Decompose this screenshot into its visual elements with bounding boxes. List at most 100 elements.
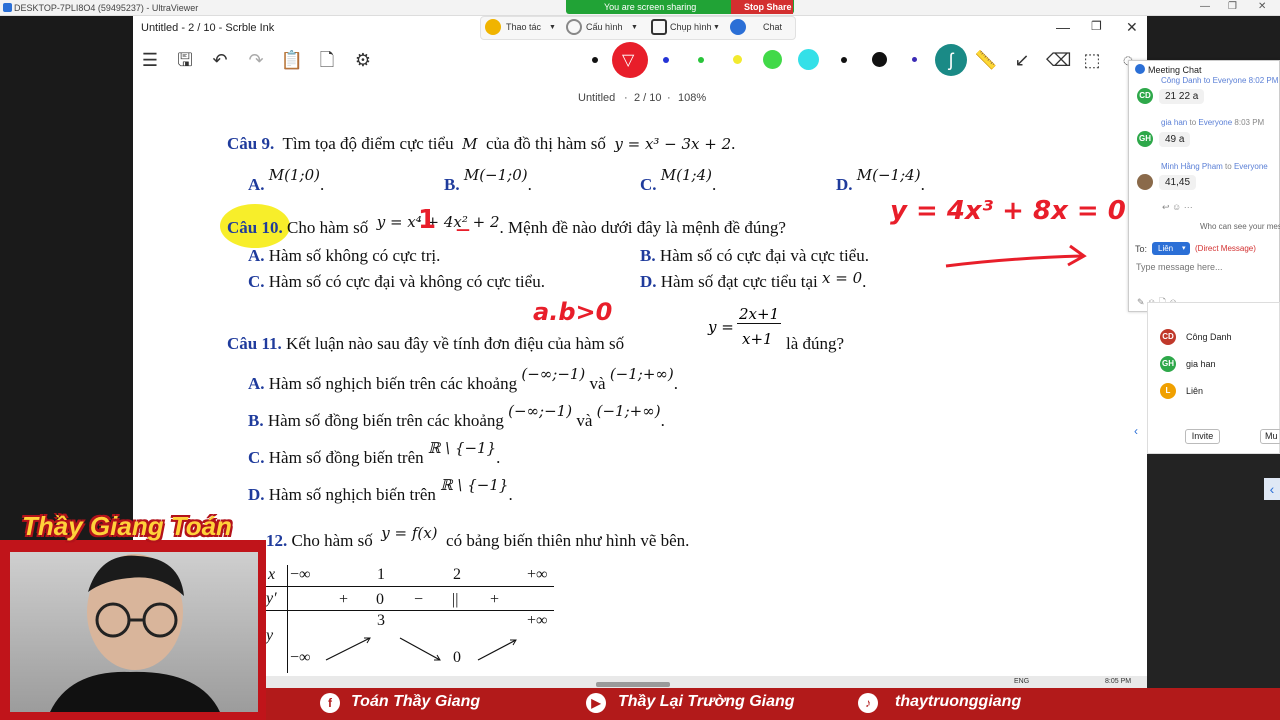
presenter-silhouette	[50, 554, 220, 712]
presenter-name: Thầy Giang Toán	[22, 511, 232, 541]
vt-y: +∞	[527, 612, 548, 629]
camera-icon[interactable]	[651, 19, 667, 35]
sender-name: gia han	[1161, 118, 1188, 127]
vt-sign: +	[339, 591, 349, 608]
q11-option-a: A. Hàm số nghịch biến trên các khoảng (−…	[248, 365, 679, 393]
interval: (−1;+∞)	[609, 365, 674, 383]
message-time: 8:03 PM	[1234, 118, 1265, 127]
youtube-icon: ▶	[586, 693, 606, 713]
vt-vline	[287, 565, 288, 673]
vt-hline	[266, 586, 554, 587]
q9-option-b: B. M(−1;0).	[444, 166, 532, 194]
option-text: Hàm số đồng biến trên	[268, 448, 424, 467]
cau-hinh-menu[interactable]: Cấu hình	[586, 22, 623, 32]
tiktok-handle: thaytruonggiang	[895, 693, 1022, 710]
pen-green-large[interactable]	[763, 50, 782, 69]
minimize-icon[interactable]: —	[1200, 1, 1210, 12]
menu-icon[interactable]: ☰	[138, 48, 162, 72]
option-text: Hàm số đạt cực tiểu tại	[660, 272, 818, 291]
ruler-icon[interactable]: 📏	[974, 48, 998, 72]
vt-arrows	[325, 637, 517, 661]
expand-panel-icon[interactable]: ‹	[1264, 478, 1280, 500]
settings-sliders-icon[interactable]: ⚙	[351, 48, 375, 72]
chevron-down-icon[interactable]: ▾	[1182, 244, 1186, 252]
participant-name[interactable]: Công Danh	[1186, 332, 1232, 342]
direct-message-label: (Direct Message)	[1195, 244, 1256, 253]
q12-number: 12.	[266, 531, 288, 550]
collapse-panel-icon[interactable]: ‹	[1134, 424, 1138, 438]
annotation-dash: —	[456, 222, 470, 238]
option-label: C.	[640, 175, 657, 194]
redo-icon[interactable]: ↷	[244, 48, 268, 72]
pen-green-small[interactable]	[698, 57, 704, 63]
set: ℝ \ {−1}	[440, 476, 509, 494]
thao-tac-menu[interactable]: Thao tác	[506, 22, 541, 32]
pen-blue[interactable]	[663, 57, 669, 63]
q11-fn-numerator: 2x+1	[737, 305, 782, 324]
q9-text2: của đồ thị hàm số	[485, 134, 606, 153]
option-label: C.	[248, 448, 265, 467]
recipient-value[interactable]: Liên	[1158, 244, 1173, 253]
q11-text2: là đúng?	[786, 334, 845, 353]
close-icon[interactable]: ✕	[1258, 1, 1266, 12]
shape-pen-icon[interactable]: ʃ	[935, 44, 967, 76]
participant-name[interactable]: gia han	[1186, 359, 1216, 369]
participant-name[interactable]: Liên	[1186, 386, 1203, 396]
pen-black-small[interactable]	[592, 57, 598, 63]
chat-icon[interactable]	[730, 19, 746, 35]
pen-black-large[interactable]	[872, 52, 887, 67]
option-label: B.	[640, 246, 656, 265]
ultraviewer-logo-icon	[3, 3, 12, 12]
save-icon[interactable]: 🖫	[173, 48, 197, 72]
q9-number: Câu 9.	[227, 134, 275, 153]
conj: và	[589, 374, 606, 393]
chevron-down-icon[interactable]: ▼	[631, 24, 638, 31]
pen-yellow[interactable]	[733, 55, 742, 64]
chat-message: 49 a	[1159, 132, 1191, 147]
vt-sign: −	[414, 591, 424, 608]
chevron-down-icon[interactable]: ▼	[713, 24, 720, 31]
ink-close-icon[interactable]: ✕	[1126, 19, 1138, 36]
chat-message-input[interactable]	[1136, 259, 1276, 275]
chat-button[interactable]: Chat	[763, 22, 782, 32]
vt-x: +∞	[527, 566, 548, 583]
option-text: Hàm số có cực đại và cực tiểu.	[659, 246, 869, 265]
pen-cyan[interactable]	[798, 49, 819, 70]
option-label: C.	[248, 272, 265, 291]
reaction-icons[interactable]: ↩ ☺ ···	[1162, 202, 1193, 213]
new-page-icon[interactable]: 🗋	[315, 48, 339, 72]
option-label: D.	[248, 485, 265, 504]
option-label: B.	[444, 175, 460, 194]
q12-line: 12. Cho hàm số y = f(x) có bảng biến thi…	[266, 524, 689, 551]
annotation-ab: a.b>0	[533, 298, 613, 326]
select-icon[interactable]: ⬚	[1080, 48, 1104, 72]
q10-text: Cho hàm số	[286, 218, 369, 237]
pen-purple[interactable]	[912, 57, 917, 62]
conj: và	[576, 411, 593, 430]
paste-icon[interactable]: 📋	[280, 48, 304, 72]
invite-button[interactable]: Invite	[1185, 429, 1220, 444]
maximize-icon[interactable]: ❐	[1228, 1, 1237, 12]
chevron-down-icon[interactable]: ▼	[549, 24, 556, 31]
vt-x: 2	[453, 566, 461, 583]
undo-icon[interactable]: ↶	[208, 48, 232, 72]
settings-icon[interactable]	[566, 19, 582, 35]
option-value: M(1;4)	[660, 166, 712, 184]
recipient: Everyone	[1198, 118, 1233, 127]
eraser-icon[interactable]: ⌫	[1046, 48, 1071, 72]
chup-hinh-menu[interactable]: Chụp hình	[670, 22, 712, 32]
option-label: B.	[248, 411, 264, 430]
pencil-icon[interactable]	[485, 19, 501, 35]
who-can-see-link[interactable]: Who can see your messages?	[1200, 222, 1280, 231]
right-dark-area	[1147, 454, 1280, 720]
arrow-icon[interactable]: ↙	[1010, 48, 1034, 72]
to-label: To:	[1135, 244, 1148, 254]
pen-black-medium[interactable]	[841, 57, 847, 63]
ink-maximize-icon[interactable]: ❐	[1091, 19, 1102, 33]
option-text: Hàm số nghịch biến trên	[268, 485, 436, 504]
mute-all-button[interactable]: Mu	[1260, 429, 1280, 444]
stop-share-label[interactable]: Stop Share	[744, 2, 792, 12]
annotation-arrow	[945, 244, 1087, 268]
ink-minimize-icon[interactable]: —	[1056, 19, 1070, 35]
q10-line: Câu 10. Cho hàm số y = x⁴ + 4x² + 2. Mện…	[227, 213, 786, 238]
